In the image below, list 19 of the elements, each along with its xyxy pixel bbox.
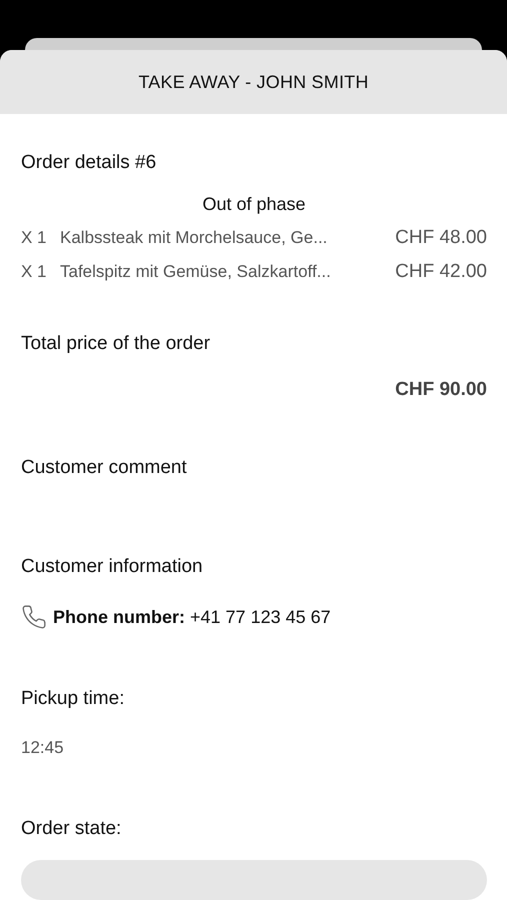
state-selector[interactable] (21, 860, 487, 900)
phone-number: Phone number: +41 77 123 45 67 (53, 606, 331, 628)
total-price: CHF 90.00 (395, 379, 487, 401)
section-title: Order details #6 (21, 152, 158, 174)
item-name: Tafelspitz mit Gemüse, Salzkartoff... (60, 262, 332, 282)
section-title: Total price of the order (21, 333, 212, 355)
item-quantity: X 1 (21, 228, 48, 248)
section-title: Customer information (21, 556, 204, 578)
item-quantity: X 1 (21, 262, 48, 282)
pickup-time: 12:45 (21, 738, 65, 758)
item-name: Kalbssteak mit Morchelsauce, Ge... (60, 228, 328, 248)
phase-label: Out of phase (201, 194, 307, 215)
section-title: Pickup time: (21, 688, 126, 710)
item-price: CHF 42.00 (395, 261, 487, 283)
phone-icon (21, 604, 47, 630)
item-price: CHF 48.00 (395, 227, 487, 249)
section-title: Order state: (21, 818, 122, 840)
section-title: Customer comment (21, 457, 188, 479)
sheet-title: TAKE AWAY - JOHN SMITH (138, 72, 369, 92)
